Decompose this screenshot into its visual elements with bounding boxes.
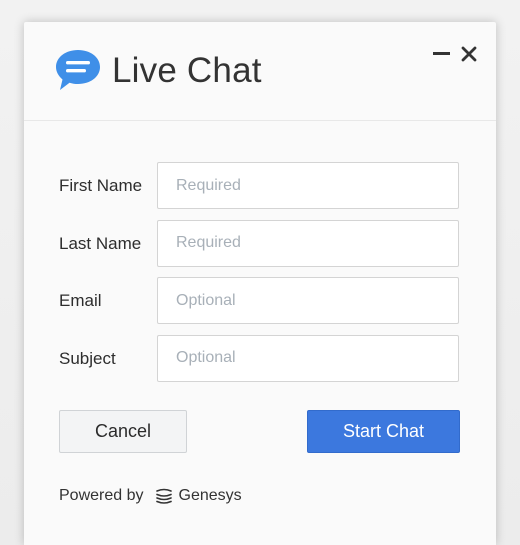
chat-title: Live Chat	[112, 51, 262, 90]
subject-label: Subject	[59, 348, 116, 368]
email-row: Email	[24, 277, 496, 324]
first-name-label: First Name	[59, 176, 143, 195]
page-background: Live Chat First Name Last Name Email	[0, 0, 520, 545]
chat-bubble-icon	[56, 50, 100, 90]
close-button[interactable]	[458, 43, 480, 65]
minimize-button[interactable]	[430, 44, 452, 62]
chat-form: First Name Last Name Email Subject	[24, 162, 496, 392]
first-name-row: First Name	[24, 162, 496, 209]
subject-input[interactable]	[157, 334, 459, 382]
subject-row: Subject	[24, 334, 496, 382]
chat-header: Live Chat	[24, 22, 496, 121]
powered-by-footer: Powered by Genesys	[59, 487, 242, 505]
last-name-label: Last Name	[59, 233, 142, 253]
genesys-brand-text[interactable]: Genesys	[179, 487, 242, 505]
powered-by-text: Powered by	[59, 487, 144, 504]
genesys-logo-icon	[155, 488, 172, 504]
cancel-button[interactable]: Cancel	[59, 410, 187, 453]
first-name-input[interactable]	[157, 162, 459, 209]
minimize-icon	[433, 52, 450, 55]
last-name-row: Last Name	[24, 219, 496, 267]
email-input[interactable]	[157, 277, 459, 324]
email-label: Email	[59, 291, 102, 310]
last-name-input[interactable]	[157, 219, 459, 267]
start-chat-button[interactable]: Start Chat	[307, 410, 460, 453]
live-chat-widget: Live Chat First Name Last Name Email	[24, 22, 496, 545]
close-icon	[461, 46, 477, 62]
